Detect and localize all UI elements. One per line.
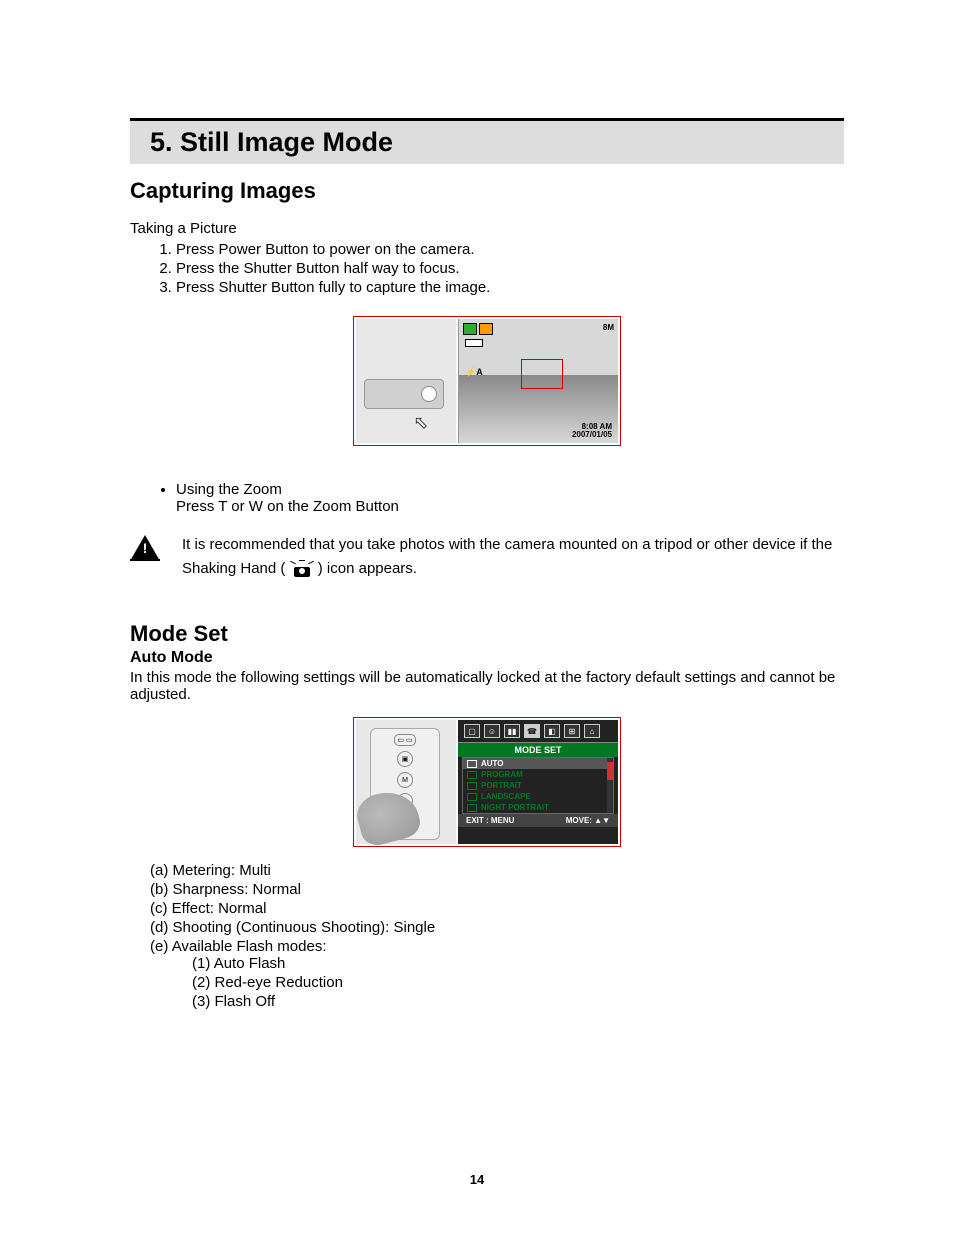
zoom-bullet: Using the Zoom Press T or W on the Zoom … bbox=[176, 481, 844, 515]
menu-item: LANDSCAPE bbox=[463, 791, 613, 802]
panel-button: M bbox=[397, 772, 413, 788]
zoom-heading: Using the Zoom bbox=[176, 481, 282, 498]
capturing-heading: Capturing Images bbox=[130, 178, 844, 204]
step-item: Press Shutter Button fully to capture th… bbox=[176, 279, 844, 296]
warning-icon bbox=[130, 535, 160, 561]
auto-mode-settings-list: Metering: Multi Sharpness: Normal Effect… bbox=[150, 862, 844, 1010]
shaking-hand-icon bbox=[292, 561, 312, 577]
panel-button: ▭ ▭ bbox=[394, 734, 416, 746]
camera-mode-icon bbox=[463, 323, 477, 335]
menu-item-selected: AUTO bbox=[463, 758, 613, 769]
focus-bracket-icon bbox=[521, 359, 563, 389]
osd-timestamp: 8:08 AM2007/01/05 bbox=[572, 423, 612, 439]
section-title-bar: 5. Still Image Mode bbox=[130, 118, 844, 164]
list-item: Sharpness: Normal bbox=[150, 881, 844, 898]
zoom-line: Press T or W on the Zoom Button bbox=[176, 498, 399, 515]
panel-button: ▣ bbox=[397, 751, 413, 767]
page-title: 5. Still Image Mode bbox=[150, 127, 834, 158]
menu-item: PORTRAIT bbox=[463, 780, 613, 791]
list-item: Flash Off bbox=[192, 993, 844, 1010]
figure-live-view: ⇧ 8M ⚡A 8:08 AM2007/01/05 bbox=[353, 316, 621, 446]
menu-tabs: ▢☺▮▮ ☎ ◧⊞⌂ bbox=[458, 720, 618, 743]
page-number: 14 bbox=[0, 1172, 954, 1187]
resolution-indicator: 8M bbox=[603, 323, 614, 332]
menu-header: MODE SET bbox=[458, 743, 618, 757]
auto-mode-subheading: Auto Mode bbox=[130, 649, 844, 667]
figure-mode-menu: ▭ ▭ ▣ M ⚡ ▢☺▮▮ ☎ ◧⊞⌂ MODE SET AUTO PROGR… bbox=[353, 717, 621, 847]
modeset-heading: Mode Set bbox=[130, 621, 844, 647]
flash-modes-list: Auto Flash Red-eye Reduction Flash Off bbox=[192, 955, 844, 1010]
menu-footer-left: EXIT : MENU bbox=[466, 816, 514, 825]
menu-footer-right: MOVE: ▲▼ bbox=[566, 816, 610, 825]
face-icon bbox=[479, 323, 493, 335]
menu-item: PROGRAM bbox=[463, 769, 613, 780]
tripod-note: It is recommended that you take photos w… bbox=[182, 533, 844, 581]
list-item: Red-eye Reduction bbox=[192, 974, 844, 991]
list-item: Shooting (Continuous Shooting): Single bbox=[150, 919, 844, 936]
battery-icon bbox=[465, 339, 483, 347]
list-item: Auto Flash bbox=[192, 955, 844, 972]
step-item: Press Power Button to power on the camer… bbox=[176, 241, 844, 258]
flash-indicator: ⚡A bbox=[465, 367, 483, 378]
capturing-steps: Press Power Button to power on the camer… bbox=[176, 241, 844, 296]
list-item: Metering: Multi bbox=[150, 862, 844, 879]
capturing-intro: Taking a Picture bbox=[130, 220, 844, 237]
list-item: Effect: Normal bbox=[150, 900, 844, 917]
list-item: Available Flash modes: Auto Flash Red-ey… bbox=[150, 938, 844, 1010]
menu-tab-active: ☎ bbox=[524, 724, 540, 738]
step-item: Press the Shutter Button half way to foc… bbox=[176, 260, 844, 277]
menu-item: NIGHT PORTRAIT bbox=[463, 802, 613, 813]
auto-mode-desc: In this mode the following settings will… bbox=[130, 669, 844, 703]
